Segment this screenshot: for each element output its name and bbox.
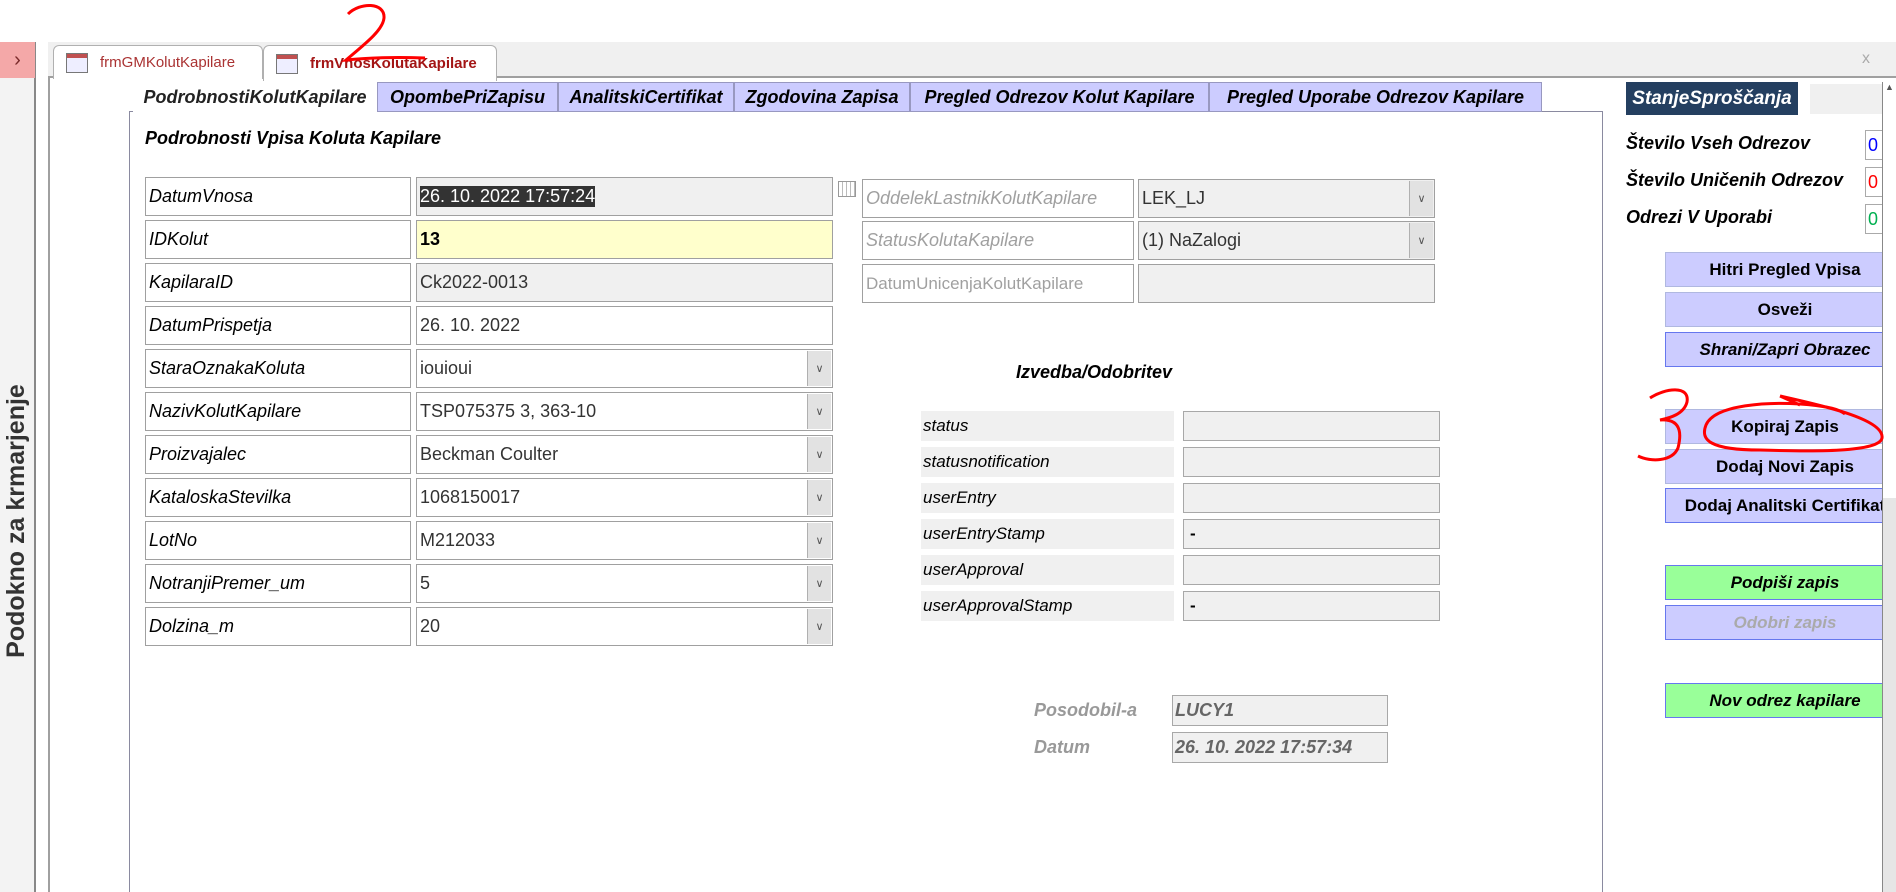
annotation-overlay [341,4,1884,462]
annotation-number-3 [1637,388,1689,462]
annotation-number-2 [341,4,426,63]
annotation-circle [1703,394,1884,453]
